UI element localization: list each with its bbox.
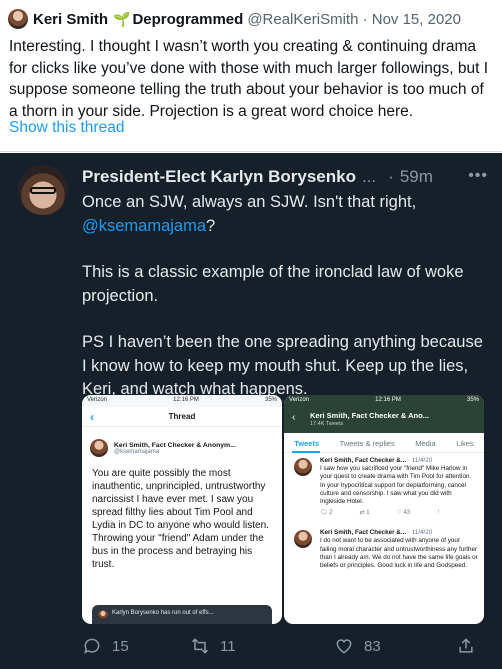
author-handle[interactable]: @RealKeriSmith [247,11,358,28]
avatar [90,439,108,457]
back-icon: ‹ [292,412,296,423]
attached-image-profile[interactable]: Verizon 12:16 PM 35% ‹ Keri Smith, Fact Ch… [284,395,484,624]
profile-header: ‹ Keri Smith, Fact Checker & Ano... 17.4… [284,407,484,433]
thread-author: Keri Smith, Fact Checker & Anonym... @ks… [82,427,282,457]
author-name[interactable]: President-Elect Karlyn Borysenko [82,167,356,187]
show-thread-link[interactable]: Show this thread [9,119,124,137]
avatar[interactable] [18,165,68,215]
main-tweet[interactable]: President-Elect Karlyn Borysenko ... · 5… [0,153,502,669]
separator-dot: · [358,10,372,28]
list-item: Keri Smith, Fact Checker &... · 11/4/20 … [284,453,484,519]
tweet-actions: 15 11 83 [82,636,482,658]
quoted-tweet-header: Keri Smith 🌱 Deprogrammed @RealKeriSmith… [8,9,461,29]
retweet-button[interactable]: 11 [190,636,236,656]
attached-image-thread[interactable]: Verizon 12:16 PM 35% ‹ Thread Keri Smith, … [82,395,282,624]
thread-text: You are quite possibly the most inauthen… [92,468,269,570]
thread-title: ‹ Thread [82,407,282,427]
retweet-icon [191,638,209,654]
share-button[interactable] [456,636,486,656]
tweet-paragraph: Once an SJW, always an SJW. Isn't that r… [82,193,417,235]
quoted-tweet[interactable]: Keri Smith 🌱 Deprogrammed @RealKeriSmith… [0,0,502,152]
mention-link[interactable]: @ksemamajama [82,217,206,235]
separator-dot: · [388,167,394,186]
sprout-icon: 🌱 [113,10,131,27]
name-ellipsis: ... [361,167,377,186]
back-icon: ‹ [90,410,94,424]
avatar[interactable] [8,9,28,29]
tweet-time[interactable]: 59m [400,167,433,187]
quoted-tweet-preview: Karlyn Borysenko has run out of effs... [92,605,272,624]
reply-icon [84,638,100,654]
heart-icon [336,639,352,654]
author-name-suffix[interactable]: Deprogrammed [132,11,243,28]
list-item: Keri Smith, Fact Checker &... · 11/4/20 … [284,525,484,570]
reply-button[interactable]: 15 [82,636,129,656]
phone-status-bar: Verizon 12:16 PM 35% [284,395,484,407]
tweet-header: President-Elect Karlyn Borysenko ... · 5… [82,167,433,187]
like-button[interactable]: 83 [334,636,381,656]
tweet-paragraph: PS I haven’t been the one spreading anyt… [82,333,483,398]
phone-status-bar: Verizon 12:16 PM 35% [82,395,282,407]
tweet-text: Once an SJW, always an SJW. Isn't that r… [82,191,492,425]
share-icon [459,638,473,653]
tweet-paragraph: This is a classic example of the ironcla… [82,263,464,305]
more-options-icon[interactable]: ••• [468,167,488,185]
tweet-text: Interesting. I thought I wasn’t worth yo… [9,38,488,120]
tweet-date[interactable]: Nov 15, 2020 [372,11,461,28]
author-name[interactable]: Keri Smith [33,11,108,28]
profile-tabs: Tweets Tweets & replies Media Likes [284,433,484,453]
